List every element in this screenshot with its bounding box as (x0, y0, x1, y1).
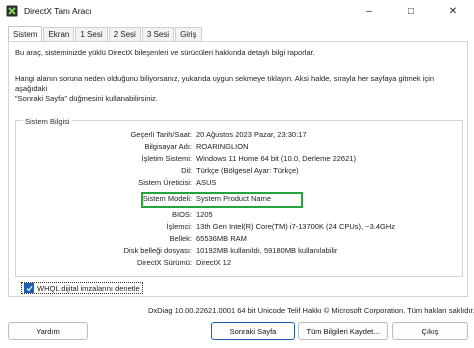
info-value: DirectX 12 (196, 258, 232, 267)
info-label: Bilgisayar Adı: (144, 142, 192, 151)
info-label: Bellek: (169, 234, 192, 243)
whql-checkbox-control[interactable]: WHQL dijital imzalarını denetle (21, 282, 143, 294)
tab-2-sesi[interactable]: 2 Sesi (108, 27, 141, 41)
tab-1-sesi[interactable]: 1 Sesi (75, 27, 108, 41)
exit-button[interactable]: Çıkış (392, 322, 468, 340)
close-button[interactable]: ✕ (432, 0, 474, 22)
tab-ekran[interactable]: Ekran (43, 27, 75, 41)
tab-strip: Sistem Ekran 1 Sesi 2 Sesi 3 Sesi Giriş (8, 26, 203, 42)
maximize-button[interactable]: □ (390, 0, 432, 22)
title-bar: DirectX Tanı Aracı – □ ✕ (0, 0, 474, 22)
minimize-icon: – (366, 5, 372, 17)
info-row-manufacturer: Sistem Üreticisi: ASUS (16, 178, 462, 189)
help-button[interactable]: Yardım (8, 322, 88, 340)
info-label: BIOS: (171, 210, 192, 219)
info-value: 20 Ağustos 2023 Pazar, 23:30:17 (196, 130, 307, 139)
tab-content-panel: Bu araç, sisteminizde yüklü DirectX bile… (8, 41, 468, 297)
info-row-processor: İşlemci: 13th Gen Intel(R) Core(TM) i7-1… (16, 222, 462, 233)
system-info-group: Sistem Bilgisi Geçerli Tarih/Saat: 20 Ağ… (15, 117, 463, 277)
info-row-bios: BIOS: 1205 (16, 210, 462, 221)
directx-app-icon (6, 5, 18, 17)
tool-description: Bu araç, sisteminizde yüklü DirectX bile… (15, 48, 315, 57)
tab-giris[interactable]: Giriş (175, 27, 202, 41)
whql-label: WHQL dijital imzalarını denetle (37, 283, 140, 293)
info-value: ASUS (196, 178, 217, 187)
minimize-button[interactable]: – (348, 0, 390, 22)
tab-3-sesi[interactable]: 3 Sesi (141, 27, 175, 41)
info-value: 65536MB RAM (196, 234, 247, 243)
navigation-hint-line2: "Sonraki Sayfa" düğmesini kullanabilirsi… (15, 94, 158, 103)
info-row-datetime: Geçerli Tarih/Saat: 20 Ağustos 2023 Paza… (16, 130, 462, 141)
tab-sistem[interactable]: Sistem (8, 26, 43, 42)
info-label: Disk belleği dosyası: (123, 246, 192, 255)
info-label: Sistem Üreticisi: (138, 178, 192, 187)
version-copyright-text: DxDiag 10.00.22621.0001 64 bit Unicode T… (148, 306, 474, 315)
whql-checkbox[interactable] (24, 283, 34, 293)
info-row-computer-name: Bilgisayar Adı: ROARINGLION (16, 142, 462, 153)
maximize-icon: □ (407, 5, 415, 17)
info-label: İşletim Sistemi: (141, 154, 192, 163)
save-all-info-button[interactable]: Tüm Bilgileri Kaydet... (298, 322, 388, 340)
info-row-page-file: Disk belleği dosyası: 10192MB kullanıldı… (16, 246, 462, 257)
navigation-hint: Hangi alanın soruna neden olduğunu biliy… (15, 74, 467, 104)
info-row-memory: Bellek: 65536MB RAM (16, 234, 462, 245)
close-icon: ✕ (448, 5, 458, 17)
info-value: 1205 (196, 210, 213, 219)
info-label: DirectX Sürümü: (136, 258, 192, 267)
info-value: 10192MB kullanıldı, 59180MB kullanılabil… (196, 246, 338, 255)
info-row-directx-version: DirectX Sürümü: DirectX 12 (16, 258, 462, 269)
info-value: Türkçe (Bölgesel Ayar: Türkçe) (196, 166, 299, 175)
info-row-os: İşletim Sistemi: Windows 11 Home 64 bit … (16, 154, 462, 165)
info-row-language: Dil: Türkçe (Bölgesel Ayar: Türkçe) (16, 166, 462, 177)
window-title: DirectX Tanı Aracı (24, 6, 92, 16)
next-page-button[interactable]: Sonraki Sayfa (211, 322, 295, 340)
navigation-hint-line1: Hangi alanın soruna neden olduğunu biliy… (15, 74, 434, 93)
info-label: İşlemci: (166, 222, 192, 231)
checkmark-icon (26, 285, 32, 291)
model-highlight-box (141, 192, 303, 208)
info-label: Dil: (181, 166, 192, 175)
info-value: Windows 11 Home 64 bit (10.0, Derleme 22… (196, 154, 356, 163)
group-title: Sistem Bilgisi (23, 117, 72, 126)
info-value: 13th Gen Intel(R) Core(TM) i7-13700K (24… (196, 222, 396, 231)
info-label: Geçerli Tarih/Saat: (130, 130, 192, 139)
info-value: ROARINGLION (196, 142, 249, 151)
